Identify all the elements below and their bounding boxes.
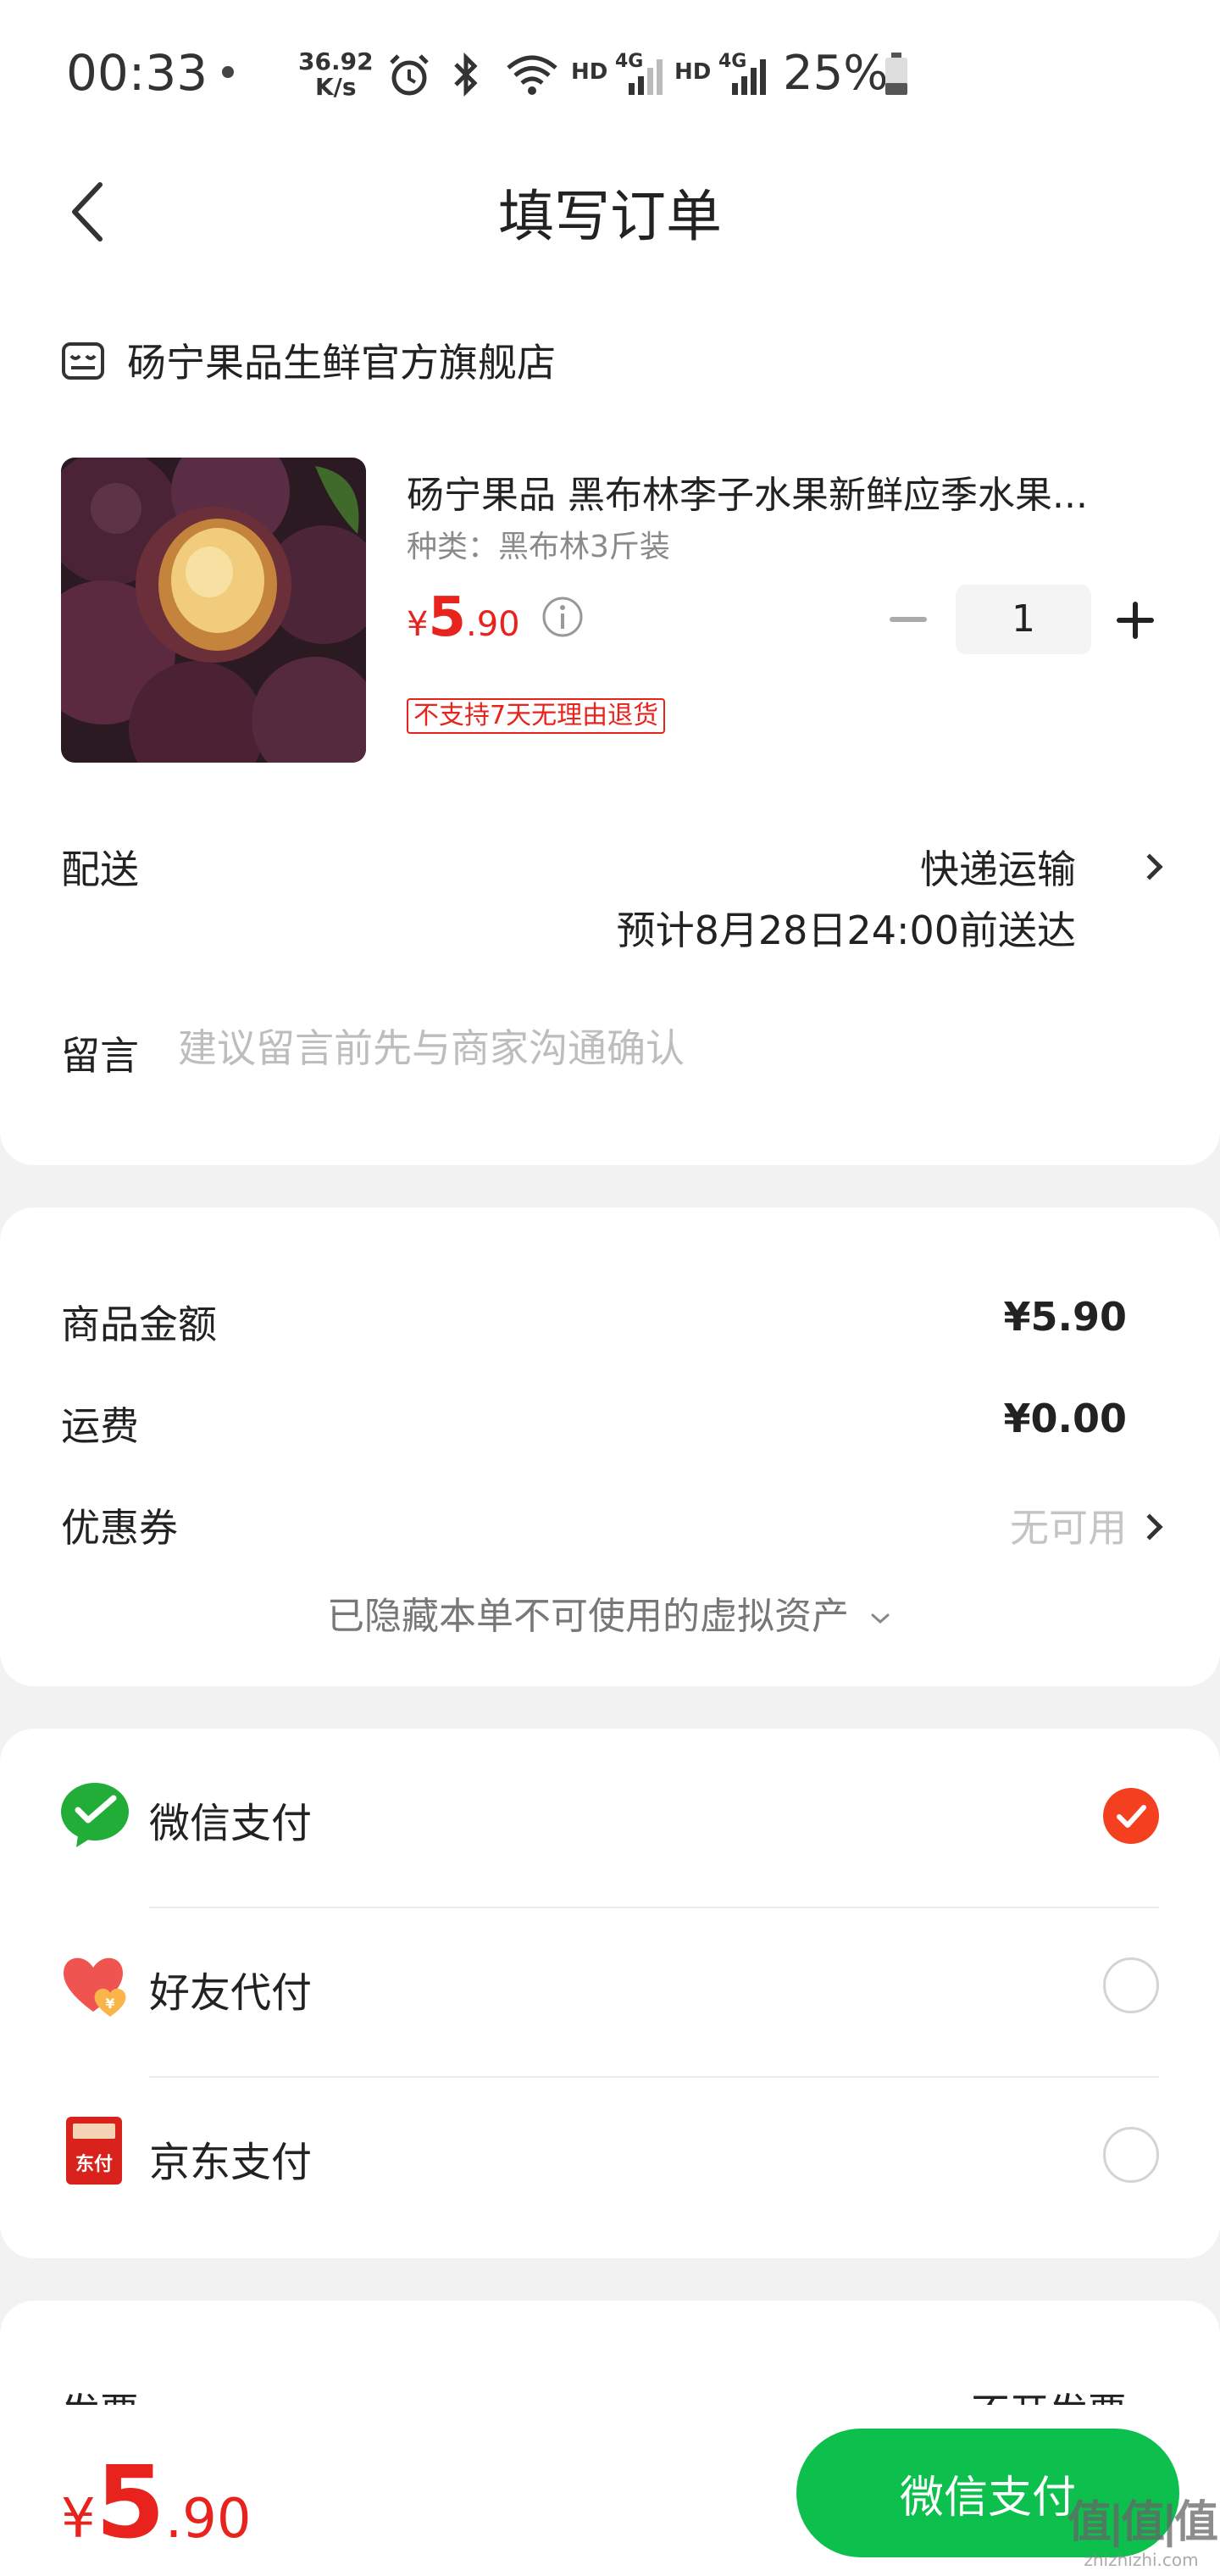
delivery-label: 配送 bbox=[61, 847, 139, 892]
notification-dot bbox=[222, 66, 234, 78]
net-speed-unit: K/s bbox=[314, 73, 357, 101]
signal-icon bbox=[629, 59, 663, 95]
return-policy-badge: 不支持7天无理由退货 bbox=[407, 698, 666, 734]
checkout-bar: ¥5.90 微信支付 值|值|值 zhizhizhi.com bbox=[0, 2405, 1220, 2576]
watermark-url: zhizhizhi.com bbox=[1084, 2550, 1199, 2570]
hd-label-1: HD bbox=[571, 59, 608, 85]
chevron-right-icon[interactable] bbox=[1136, 1513, 1163, 1541]
signal-icon-2 bbox=[732, 59, 766, 95]
payment-option-friend[interactable]: ¥ 好友代付 bbox=[0, 1898, 1220, 2068]
status-time: 00:33 bbox=[66, 44, 208, 102]
coupon-label: 优惠券 bbox=[61, 1505, 178, 1551]
price-summary-card: 商品金额 ¥5.90 运费 ¥0.00 优惠券 无可用 已隐藏本单不可使用的虚拟… bbox=[0, 1208, 1220, 1686]
product-title[interactable]: 砀宁果品 黑布林李子水果新鲜应季水果... bbox=[407, 464, 1169, 519]
quantity-decrement-button[interactable] bbox=[890, 617, 927, 622]
order-item-card: 砀宁果品生鲜官方旗舰店 砀宁果品 黑布林李子水果新鲜应季水果... 种类：黑布林… bbox=[0, 280, 1220, 1165]
svg-text:¥: ¥ bbox=[105, 1996, 114, 2012]
note-input[interactable] bbox=[178, 1025, 1110, 1071]
payment-radio-selected[interactable] bbox=[1103, 1788, 1159, 1844]
payment-radio[interactable] bbox=[1103, 2127, 1159, 2183]
bluetooth-icon bbox=[454, 53, 478, 97]
store-name[interactable]: 砀宁果品生鲜官方旗舰店 bbox=[127, 332, 556, 388]
product-spec[interactable]: 种类：黑布林3斤装 bbox=[407, 522, 670, 566]
page-title: 填写订单 bbox=[498, 184, 722, 249]
wifi-icon bbox=[507, 55, 557, 95]
chevron-right-icon[interactable] bbox=[1136, 853, 1163, 880]
unit-price: ¥5.90 bbox=[407, 586, 520, 649]
wechat-pay-icon bbox=[61, 1783, 129, 1847]
payment-label: 京东支付 bbox=[149, 2139, 313, 2186]
battery-percent: 25% bbox=[783, 46, 889, 101]
hd-label-2: HD bbox=[674, 59, 712, 85]
payment-label: 微信支付 bbox=[149, 1800, 313, 1847]
hidden-assets-text: 已隐藏本单不可使用的虚拟资产 bbox=[327, 1595, 849, 1638]
status-bar: 00:33 36.92 K/s HD 4G HD 4G 25% bbox=[0, 0, 1220, 144]
battery-icon bbox=[885, 53, 907, 95]
coupon-value[interactable]: 无可用 bbox=[1010, 1497, 1127, 1553]
hidden-assets-toggle[interactable]: 已隐藏本单不可使用的虚拟资产 bbox=[0, 1585, 1220, 1640]
shipping-fee-value: ¥0.00 bbox=[1003, 1396, 1127, 1441]
watermark: 值|值|值 zhizhizhi.com bbox=[1068, 2486, 1218, 2570]
nav-bar: 填写订单 bbox=[0, 144, 1220, 280]
payment-label: 好友代付 bbox=[149, 1969, 313, 2017]
store-icon bbox=[62, 342, 104, 380]
friend-pay-icon: ¥ bbox=[64, 1957, 126, 2017]
delivery-eta: 预计8月28日24:00前送达 bbox=[616, 908, 1076, 953]
payment-methods-card: 微信支付 ¥ 好友代付 东付 京东支付 bbox=[0, 1729, 1220, 2258]
note-label: 留言 bbox=[61, 1033, 139, 1079]
price-symbol: ¥ bbox=[407, 605, 429, 644]
price-integer: 5 bbox=[428, 586, 466, 649]
delivery-method[interactable]: 快递运输 bbox=[920, 839, 1076, 895]
chevron-down-icon bbox=[871, 1613, 890, 1624]
jd-pay-icon: 东付 bbox=[66, 2117, 122, 2185]
alarm-icon bbox=[390, 54, 429, 96]
checkmark-icon bbox=[1117, 1805, 1146, 1828]
net-speed: 36.92 K/s bbox=[298, 49, 374, 100]
total-price-integer: 5 bbox=[95, 2444, 165, 2561]
net-speed-value: 36.92 bbox=[298, 47, 374, 75]
payment-radio[interactable] bbox=[1103, 1957, 1159, 2013]
product-image[interactable] bbox=[61, 458, 366, 763]
goods-amount-value: ¥5.90 bbox=[1003, 1294, 1127, 1340]
payment-option-jd[interactable]: 东付 京东支付 bbox=[0, 2068, 1220, 2237]
watermark-text: 值|值|值 bbox=[1068, 2497, 1218, 2548]
jd-icon-text: 东付 bbox=[75, 2154, 113, 2175]
info-icon[interactable] bbox=[541, 595, 585, 639]
price-decimal: .90 bbox=[465, 605, 520, 644]
total-price-symbol: ¥ bbox=[61, 2488, 96, 2551]
shipping-fee-label: 运费 bbox=[61, 1403, 139, 1449]
goods-amount-label: 商品金额 bbox=[61, 1302, 217, 1347]
total-price: ¥5.90 bbox=[61, 2444, 252, 2561]
payment-option-wechat[interactable]: 微信支付 bbox=[0, 1729, 1220, 1898]
quantity-field[interactable]: 1 bbox=[956, 585, 1091, 654]
quantity-increment-button[interactable] bbox=[1117, 602, 1154, 639]
total-price-decimal: .90 bbox=[164, 2488, 252, 2551]
